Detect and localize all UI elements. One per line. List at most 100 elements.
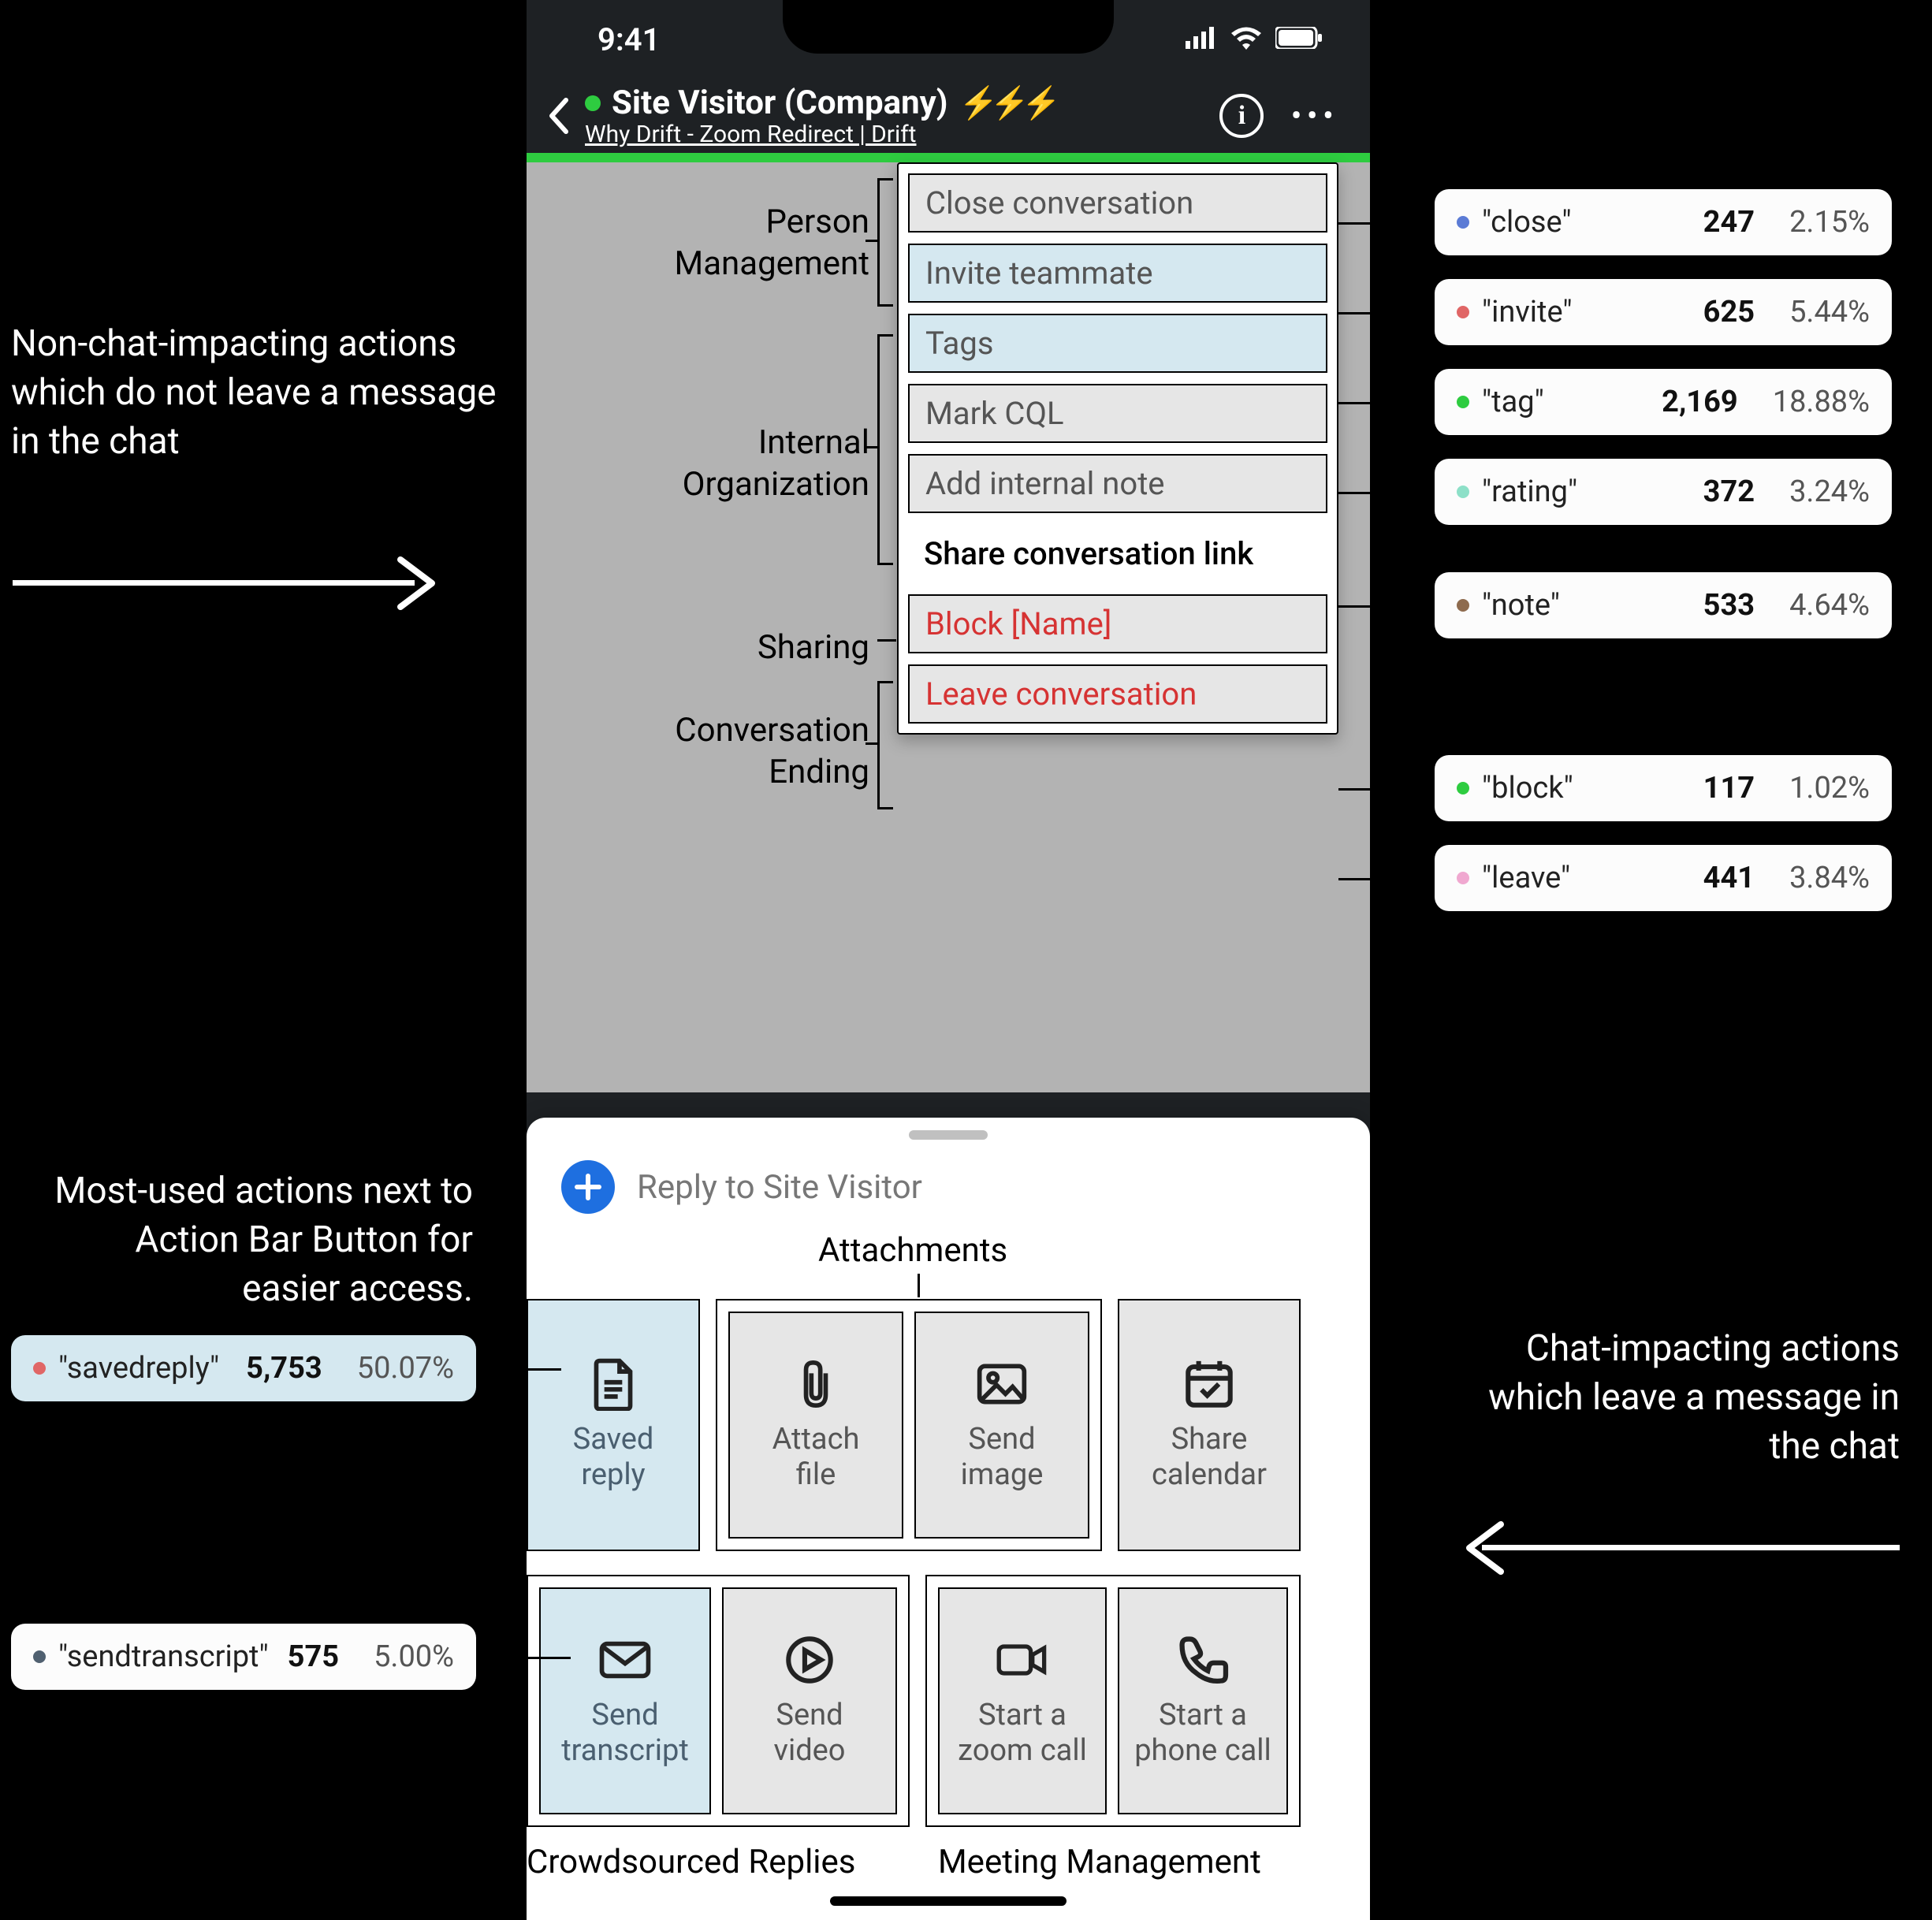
stat-pct: 2.15% (1789, 205, 1870, 240)
caption-meeting: Meeting Management (938, 1843, 1261, 1881)
stat-name: "note" (1482, 588, 1691, 623)
stat-savedreply: "savedreply" 5,753 50.07% (11, 1335, 476, 1401)
stat-pct: 50.07% (357, 1351, 454, 1386)
tile-send-image-label: Send image (961, 1422, 1044, 1493)
action-mark-cql[interactable]: Mark CQL (908, 384, 1327, 443)
category-sharing: Sharing (538, 627, 869, 669)
stat-num: 372 (1703, 474, 1755, 509)
tile-send-video[interactable]: Send video (722, 1587, 897, 1814)
stat-num: 247 (1703, 205, 1755, 240)
tile-phone-call[interactable]: Start a phone call (1118, 1587, 1288, 1814)
arrow-head-right-icon (393, 552, 448, 615)
caption-crowdsourced: Crowdsourced Replies (527, 1843, 855, 1881)
signal-icon (1186, 27, 1217, 52)
tile-saved-reply-label: Saved reply (573, 1422, 654, 1493)
presence-dot-icon (585, 95, 601, 111)
stat-name: "rating" (1482, 474, 1691, 509)
drag-handle[interactable] (909, 1130, 988, 1140)
status-time: 9:41 (597, 21, 660, 58)
stat-num: 2,169 (1662, 385, 1738, 419)
stat-name: "sendtranscript" (58, 1639, 275, 1674)
home-indicator (830, 1896, 1067, 1906)
calendar-icon (1182, 1357, 1236, 1411)
stat-dot-icon (1457, 872, 1469, 884)
action-tags[interactable]: Tags (908, 314, 1327, 373)
envelope-icon (598, 1633, 652, 1687)
stat-invite: "invite" 625 5.44% (1435, 279, 1892, 345)
tile-zoom-call[interactable]: Start a zoom call (938, 1587, 1107, 1814)
stat-num: 441 (1703, 861, 1755, 895)
category-person-mgmt: Person Management (538, 202, 869, 285)
stat-num: 533 (1703, 588, 1755, 623)
action-close-conversation[interactable]: Close conversation (908, 173, 1327, 233)
tile-send-video-label: Send video (774, 1698, 846, 1769)
back-button[interactable] (542, 92, 574, 140)
stat-pct: 18.88% (1773, 385, 1870, 419)
stat-num: 117 (1703, 771, 1755, 806)
arrow-shaft (13, 580, 415, 586)
anno-most-used: Most-used actions next to Action Bar But… (47, 1167, 473, 1313)
stat-name: "invite" (1482, 295, 1691, 329)
stat-block: "block" 117 1.02% (1435, 755, 1892, 821)
action-add-internal-note[interactable]: Add internal note (908, 454, 1327, 513)
stat-num: 5,753 (246, 1351, 322, 1386)
stat-num: 575 (288, 1639, 339, 1674)
phone-icon (1176, 1633, 1230, 1687)
tile-saved-reply[interactable]: Saved reply (527, 1299, 700, 1551)
stat-rating: "rating" 372 3.24% (1435, 459, 1892, 525)
status-icons (1186, 26, 1323, 53)
anno-chat-impacting: Chat-impacting actions which leave a mes… (1482, 1324, 1900, 1471)
more-button[interactable]: ••• (1290, 97, 1338, 136)
reply-input[interactable]: Reply to Site Visitor (637, 1168, 922, 1207)
action-bar-sheet: Reply to Site Visitor Attachments Saved … (527, 1118, 1370, 1920)
stat-name: "tag" (1482, 385, 1649, 419)
stat-dot-icon (1457, 782, 1469, 794)
play-circle-icon (783, 1633, 836, 1687)
stat-dot-icon (33, 1362, 46, 1375)
stat-pct: 4.64% (1789, 588, 1870, 623)
tile-attach-file-label: Attach file (772, 1422, 860, 1493)
stat-pct: 3.24% (1789, 474, 1870, 509)
info-button[interactable]: i (1219, 94, 1264, 138)
tile-phone-call-label: Start a phone call (1134, 1698, 1271, 1769)
action-share-link[interactable]: Share conversation link (908, 524, 1327, 583)
conversation-header: Site Visitor (Company) ⚡⚡⚡ Why Drift - Z… (527, 79, 1370, 153)
anno-non-chat: Non-chat-impacting actions which do not … (11, 319, 500, 466)
tile-share-calendar-label: Share calendar (1152, 1422, 1267, 1493)
stat-note: "note" 533 4.64% (1435, 572, 1892, 638)
stat-close: "close" 247 2.15% (1435, 189, 1892, 255)
category-convo-ending: Conversation Ending (538, 710, 869, 793)
header-subtitle[interactable]: Why Drift - Zoom Redirect | Drift (585, 121, 1208, 148)
wifi-icon (1230, 26, 1263, 53)
image-icon (975, 1357, 1029, 1411)
active-indicator (527, 153, 1370, 162)
header-title: Site Visitor (Company) (612, 84, 948, 122)
stat-dot-icon (1457, 486, 1469, 498)
stat-dot-icon (1457, 599, 1469, 612)
stat-sendtranscript: "sendtranscript" 575 5.00% (11, 1624, 476, 1690)
stat-dot-icon (33, 1650, 46, 1663)
battery-icon (1275, 27, 1323, 52)
stat-tag: "tag" 2,169 18.88% (1435, 369, 1892, 435)
notch (783, 0, 1114, 54)
tile-send-transcript[interactable]: Send transcript (539, 1587, 711, 1814)
tile-share-calendar[interactable]: Share calendar (1118, 1299, 1301, 1551)
stat-pct: 5.44% (1789, 295, 1870, 329)
stat-name: "savedreply" (58, 1351, 233, 1386)
actions-dropdown: Close conversation Invite teammate Tags … (897, 162, 1338, 735)
action-invite-teammate[interactable]: Invite teammate (908, 244, 1327, 303)
action-leave-conversation[interactable]: Leave conversation (908, 664, 1327, 724)
stat-pct: 5.00% (374, 1639, 454, 1674)
stat-name: "leave" (1482, 861, 1691, 895)
tile-attach-file[interactable]: Attach file (728, 1312, 903, 1539)
stat-dot-icon (1457, 396, 1469, 408)
tile-send-image[interactable]: Send image (914, 1312, 1089, 1539)
caption-attachments: Attachments (818, 1231, 1007, 1270)
compose-plus-button[interactable] (561, 1160, 615, 1214)
action-block[interactable]: Block [Name] (908, 594, 1327, 653)
lightning-icon: ⚡⚡⚡ (959, 84, 1053, 121)
category-internal-org: Internal Organization (538, 422, 869, 505)
tile-send-transcript-label: Send transcript (561, 1698, 689, 1769)
stat-name: "close" (1482, 205, 1691, 240)
phone-frame: 9:41 Site Visitor (Company) ⚡⚡⚡ Why Drif… (527, 0, 1370, 1920)
